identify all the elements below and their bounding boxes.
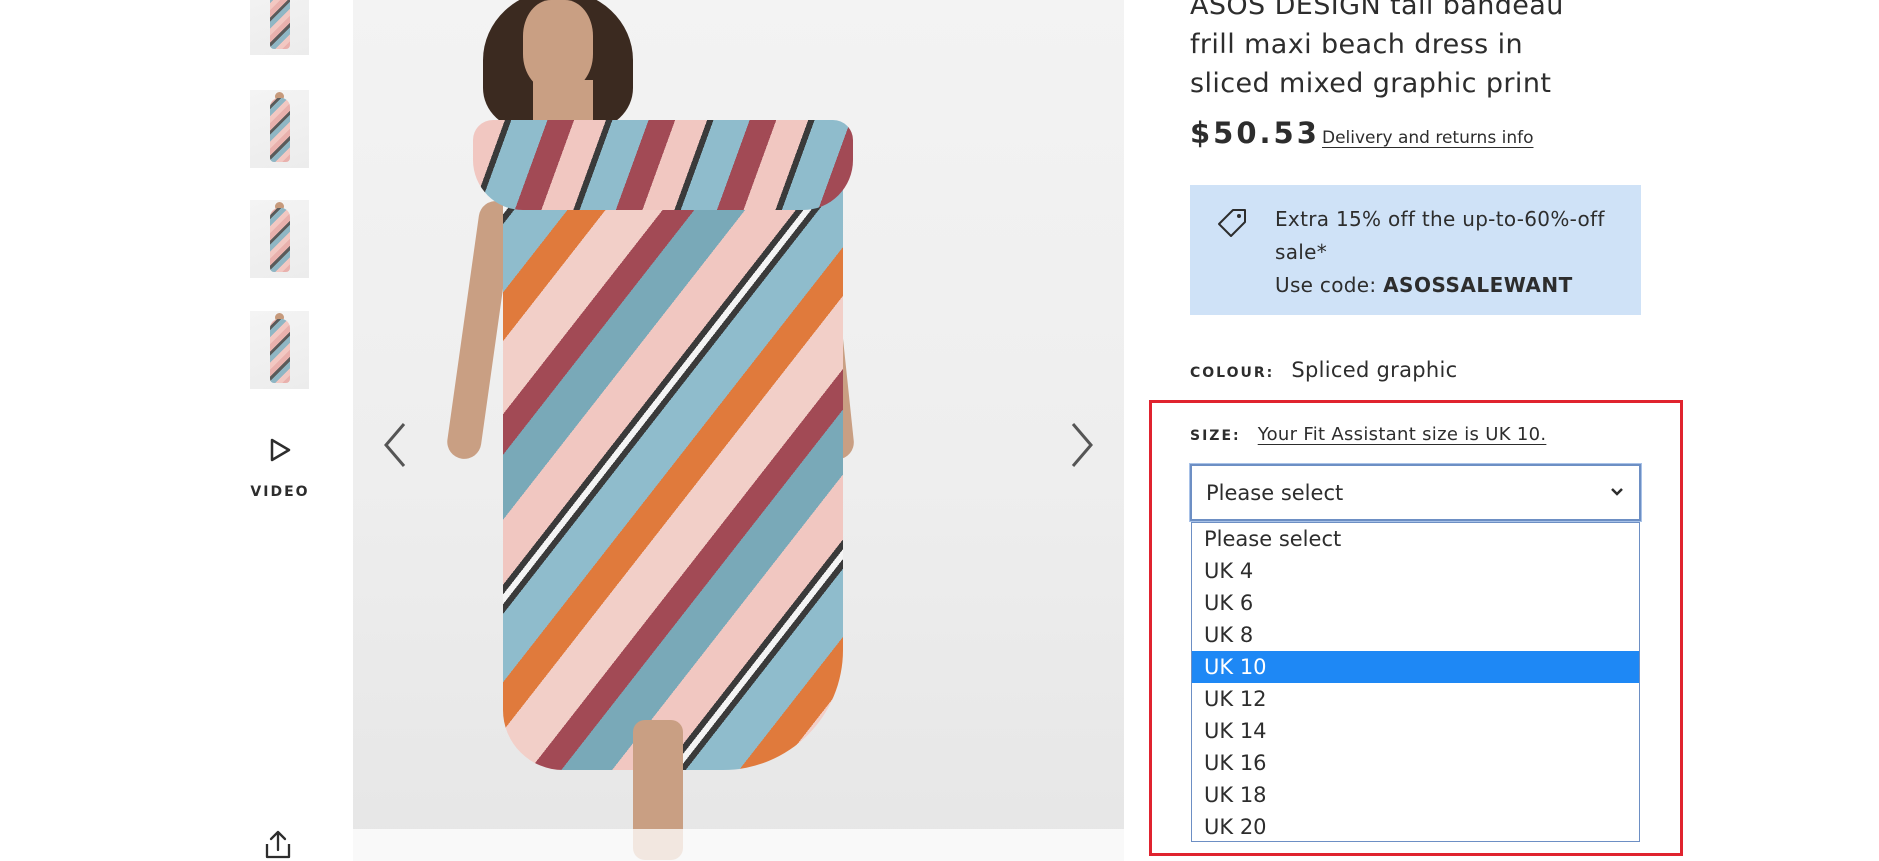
promo-line: Extra 15% off the up-to-60%-off sale*: [1275, 207, 1605, 264]
size-option[interactable]: Please select: [1192, 523, 1639, 555]
size-option[interactable]: UK 4: [1192, 555, 1639, 587]
colour-row: COLOUR: Spliced graphic: [1190, 358, 1458, 382]
share-icon[interactable]: [262, 828, 294, 861]
thumbnail-2[interactable]: [250, 90, 309, 168]
promo-code-line: Use code: ASOSSALEWANT: [1275, 269, 1625, 302]
thumbnail-3[interactable]: [250, 200, 309, 278]
chevron-down-icon: [1611, 488, 1623, 496]
promo-code-prefix: Use code:: [1275, 273, 1384, 297]
size-option[interactable]: UK 14: [1192, 715, 1639, 747]
product-main-image: [353, 0, 1124, 861]
product-title: ASOS DESIGN tall bandeau frill maxi beac…: [1190, 0, 1610, 103]
colour-label: COLOUR:: [1190, 365, 1275, 381]
size-label: SIZE:: [1190, 428, 1241, 444]
chevron-right-icon[interactable]: [1065, 420, 1099, 470]
title-line-3: sliced mixed graphic print: [1190, 68, 1552, 99]
video-button[interactable]: VIDEO: [240, 436, 320, 506]
product-price: $50.53: [1190, 116, 1320, 150]
size-select[interactable]: Please select: [1190, 464, 1641, 521]
fit-assistant-link[interactable]: Your Fit Assistant size is UK 10.: [1258, 424, 1547, 445]
size-option[interactable]: UK 18: [1192, 779, 1639, 811]
promo-banner: Extra 15% off the up-to-60%-off sale* Us…: [1190, 185, 1641, 315]
size-option[interactable]: UK 8: [1192, 619, 1639, 651]
size-option[interactable]: UK 6: [1192, 587, 1639, 619]
video-label: VIDEO: [250, 484, 310, 500]
price-tag-icon: [1218, 209, 1246, 237]
size-option[interactable]: UK 20: [1192, 811, 1639, 843]
thumbnail-4[interactable]: [250, 311, 309, 389]
size-option[interactable]: UK 16: [1192, 747, 1639, 779]
play-icon: [270, 438, 291, 462]
size-select-value: Please select: [1206, 481, 1344, 505]
size-row: SIZE: Your Fit Assistant size is UK 10.: [1190, 424, 1546, 445]
delivery-returns-link[interactable]: Delivery and returns info: [1322, 128, 1533, 148]
colour-value: Spliced graphic: [1291, 358, 1458, 382]
promo-code: ASOSSALEWANT: [1383, 273, 1573, 297]
title-line-2: frill maxi beach dress in: [1190, 29, 1524, 60]
title-line-1: ASOS DESIGN tall bandeau: [1190, 0, 1564, 21]
size-option[interactable]: UK 12: [1192, 683, 1639, 715]
chevron-left-icon[interactable]: [378, 420, 412, 470]
size-option-selected[interactable]: UK 10: [1192, 651, 1639, 683]
thumbnail-1[interactable]: [250, 0, 309, 55]
size-dropdown-list: Please select UK 4 UK 6 UK 8 UK 10 UK 12…: [1191, 522, 1640, 842]
